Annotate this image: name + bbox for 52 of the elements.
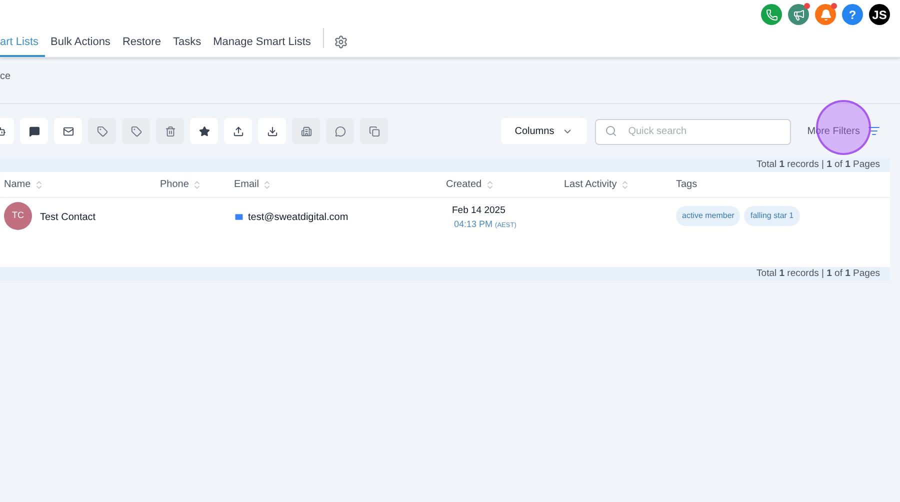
search-field[interactable]: Quick search — [595, 118, 792, 144]
column-header[interactable]: Email — [234, 177, 446, 192]
download-icon — [266, 126, 278, 136]
tab[interactable]: Tasks — [166, 30, 208, 57]
breadcrumb: ce — [0, 70, 11, 84]
toolbar-button[interactable] — [20, 118, 48, 144]
tab[interactable]: Bulk Actions — [44, 30, 116, 57]
column-header[interactable]: Phone — [160, 177, 234, 192]
email-link[interactable]: test@sweatdigital.com — [248, 210, 348, 225]
search-icon — [605, 125, 618, 137]
created-date: Feb 14 2025 — [452, 204, 506, 218]
sort-icon — [620, 180, 630, 190]
star-icon — [198, 126, 210, 136]
filter-icon — [868, 125, 880, 137]
help-button[interactable]: ? — [842, 4, 863, 25]
user-avatar[interactable]: JS — [869, 4, 890, 25]
column-header[interactable]: Last Activity — [564, 177, 676, 192]
pagination-summary: Total 1 records | 1 of 1 Pages — [756, 266, 880, 281]
contact-name[interactable]: Test Contact — [40, 210, 96, 225]
phone-button[interactable] — [761, 4, 782, 25]
tag-chip: falling star 1 — [744, 206, 800, 226]
sort-icon — [484, 180, 495, 190]
sort-icon — [262, 180, 272, 190]
bell-button[interactable] — [815, 4, 836, 25]
speech-bubble-icon — [334, 126, 346, 136]
trash-icon — [164, 126, 176, 136]
phone-icon — [766, 8, 778, 20]
column-header[interactable]: Name — [0, 177, 160, 192]
chat-icon — [28, 126, 40, 136]
sort-icon — [34, 180, 44, 190]
upload-icon — [232, 126, 244, 136]
settings-icon — [334, 34, 348, 48]
tab[interactable]: Restore — [116, 30, 167, 57]
building-icon — [300, 126, 312, 136]
megaphone-button[interactable] — [788, 4, 809, 25]
tab[interactable]: art Lists — [0, 30, 45, 57]
toolbar-button[interactable] — [190, 118, 218, 144]
tag-chip: active member — [676, 206, 740, 226]
pagination-summary: Total 1 records | 1 of 1 Pages — [756, 158, 880, 172]
copy-icon — [368, 126, 380, 136]
column-header[interactable]: Tags — [676, 177, 796, 192]
toolbar-button[interactable] — [258, 118, 286, 144]
column-header[interactable]: Created — [446, 177, 564, 192]
bell-icon — [820, 8, 832, 20]
sort-icon — [192, 180, 202, 190]
toolbar-button[interactable] — [54, 118, 82, 144]
tab[interactable]: Manage Smart Lists — [207, 30, 317, 57]
created-time: 04:13 PM — [454, 219, 493, 230]
contact-avatar: TC — [4, 202, 32, 230]
megaphone-icon — [792, 8, 804, 20]
columns-dropdown[interactable]: Columns — [500, 118, 588, 144]
toolbar-button[interactable] — [224, 118, 252, 144]
